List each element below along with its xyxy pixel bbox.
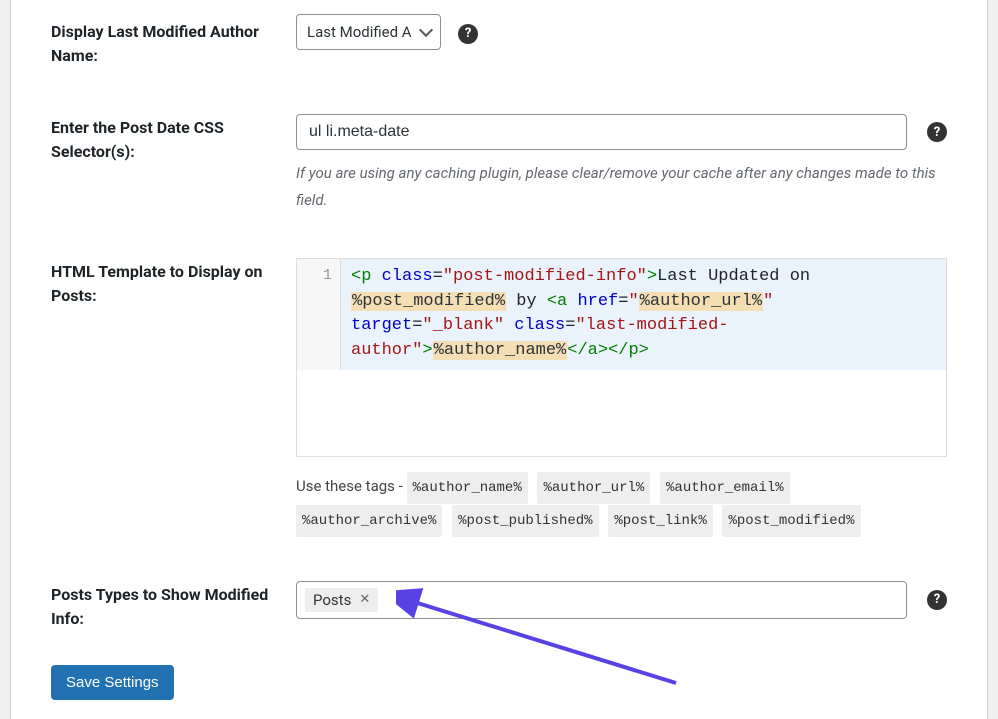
tag-chip[interactable]: %author_name% [407, 472, 528, 504]
multiselect-post-types[interactable]: Posts ✕ [296, 581, 907, 619]
label-html-template: HTML Template to Display on Posts: [51, 258, 296, 308]
help-icon[interactable]: ? [927, 122, 947, 142]
chip-posts[interactable]: Posts ✕ [305, 588, 378, 612]
chip-label: Posts [313, 591, 351, 609]
form-actions: Save Settings [51, 665, 947, 700]
row-post-types: Posts Types to Show Modified Info: Posts… [51, 551, 947, 645]
field-html-template: 1 <p class="post-modified-info">Last Upd… [296, 258, 947, 537]
tag-chip[interactable]: %author_archive% [296, 505, 442, 537]
field-display-author: Last Modified A ? [296, 14, 947, 50]
chip-remove-icon[interactable]: ✕ [359, 592, 370, 607]
label-display-author: Display Last Modified Author Name: [51, 14, 296, 68]
field-post-types: Posts ✕ ? [296, 581, 947, 619]
row-display-author: Display Last Modified Author Name: Last … [51, 0, 947, 82]
tag-chip[interactable]: %post_link% [608, 505, 712, 537]
hint-css-selector: If you are using any caching plugin, ple… [296, 160, 947, 214]
help-icon[interactable]: ? [927, 590, 947, 610]
row-css-selector: Enter the Post Date CSS Selector(s): ? I… [51, 82, 947, 228]
tag-chip[interactable]: %author_email% [660, 472, 790, 504]
field-css-selector: ? If you are using any caching plugin, p… [296, 114, 947, 214]
help-icon[interactable]: ? [458, 24, 478, 44]
template-tags-hint: Use these tags - %author_name% %author_u… [296, 471, 947, 537]
code-blank-area[interactable] [297, 370, 946, 456]
tag-chip[interactable]: %post_published% [452, 505, 598, 537]
save-settings-button[interactable]: Save Settings [51, 665, 174, 700]
code-editor[interactable]: 1 <p class="post-modified-info">Last Upd… [296, 258, 947, 457]
tag-chip[interactable]: %author_url% [537, 472, 650, 504]
tags-intro: Use these tags - [296, 477, 407, 495]
settings-form: Display Last Modified Author Name: Last … [10, 0, 988, 719]
label-css-selector: Enter the Post Date CSS Selector(s): [51, 114, 296, 164]
label-post-types: Posts Types to Show Modified Info: [51, 581, 296, 631]
code-gutter: 1 [297, 259, 341, 370]
input-css-selector[interactable] [296, 114, 907, 150]
code-body[interactable]: <p class="post-modified-info">Last Updat… [341, 259, 946, 370]
row-html-template: HTML Template to Display on Posts: 1 <p … [51, 228, 947, 551]
tag-chip[interactable]: %post_modified% [722, 505, 860, 537]
select-display-author[interactable]: Last Modified A [296, 14, 441, 50]
